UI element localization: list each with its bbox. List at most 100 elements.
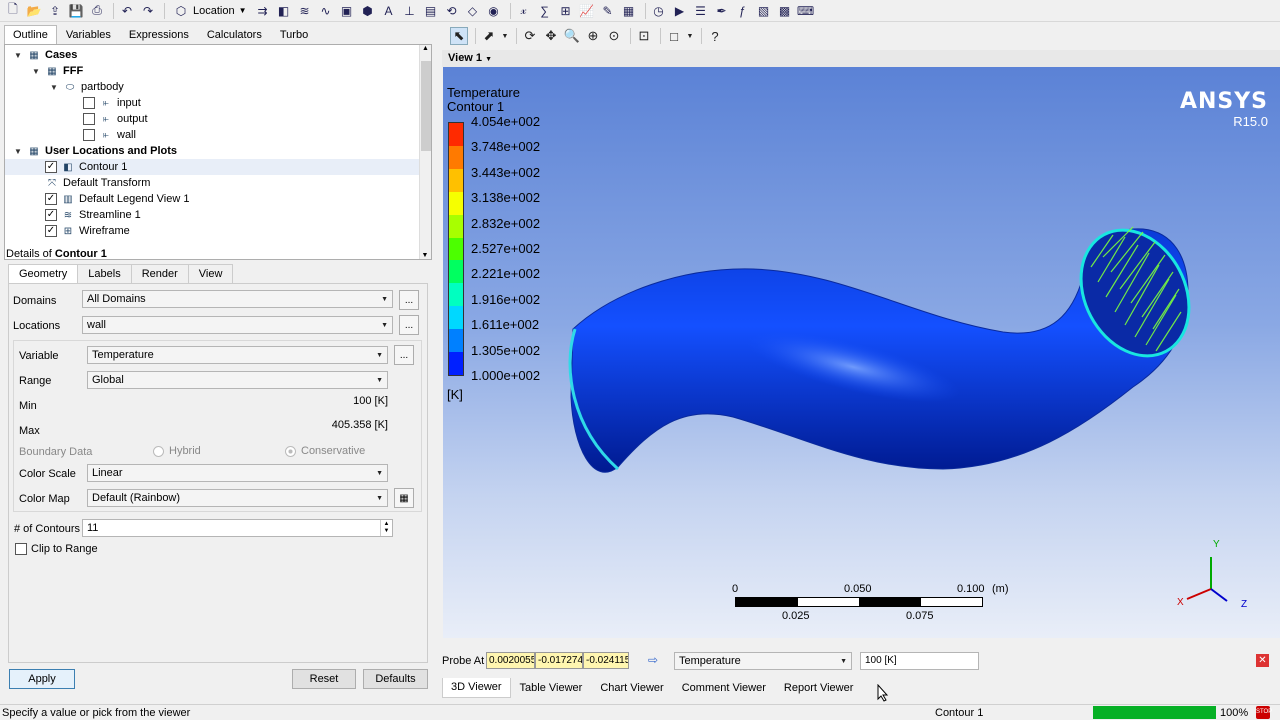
particle-track-icon[interactable]: ∿ xyxy=(317,2,335,20)
scroll-thumb[interactable] xyxy=(421,61,431,151)
defaults-button[interactable]: Defaults xyxy=(363,669,428,689)
tree-item[interactable]: ▼ ⬭ partbody xyxy=(5,79,419,95)
color-scale-select[interactable]: Linear ▼ xyxy=(87,464,388,482)
tab-view[interactable]: View xyxy=(187,264,234,283)
comment-icon[interactable]: ✎ xyxy=(599,2,617,20)
tab-calculators[interactable]: Calculators xyxy=(198,25,271,45)
stepper-arrows-icon[interactable]: ▲ ▼ xyxy=(380,520,392,536)
expand-arrow-icon[interactable]: ▼ xyxy=(49,83,59,92)
tree-item[interactable]: ✓ ⊞ Wireframe xyxy=(5,223,419,239)
tab-expressions[interactable]: Expressions xyxy=(120,25,198,45)
tab-comment-viewer[interactable]: Comment Viewer xyxy=(673,678,775,698)
tab-geometry[interactable]: Geometry xyxy=(8,264,79,283)
chevron-down-icon[interactable]: ▼ xyxy=(686,27,694,45)
variable-more-button[interactable]: ... xyxy=(394,345,414,365)
probe-x-input[interactable]: 0.0020055 xyxy=(486,652,535,669)
probe-variable-select[interactable]: Temperature ▼ xyxy=(674,652,852,670)
figure-icon[interactable]: ▦ xyxy=(620,2,638,20)
location-button[interactable]: ⬡ Location ▼ xyxy=(169,2,250,20)
undo-icon[interactable]: ↶ xyxy=(118,2,136,20)
zoom-box-icon[interactable]: ⊕ xyxy=(584,27,602,45)
tree-item[interactable]: ▼ ▦ Cases xyxy=(5,47,419,63)
command-icon[interactable]: ▩ xyxy=(776,2,794,20)
print-icon[interactable]: ⎙ xyxy=(88,2,106,20)
color-map-editor-button[interactable]: ▦ xyxy=(394,488,414,508)
tab-chart-viewer[interactable]: Chart Viewer xyxy=(591,678,672,698)
contour-icon[interactable]: ◧ xyxy=(275,2,293,20)
macro-icon[interactable]: ▧ xyxy=(755,2,773,20)
tab-outline[interactable]: Outline xyxy=(4,25,57,45)
tree-item[interactable]: ⤧ Default Transform xyxy=(5,175,419,191)
clip-plane-icon[interactable]: ◇ xyxy=(464,2,482,20)
contours-stepper[interactable]: 11 ▲ ▼ xyxy=(82,519,393,537)
tree-item[interactable]: ⫦ wall xyxy=(5,127,419,143)
layout-icon[interactable]: □ xyxy=(665,27,683,45)
3d-viewport[interactable]: Temperature Contour 1 4.054e+002 3.748e+0… xyxy=(443,67,1280,638)
probe-y-input[interactable]: -0.017274 xyxy=(535,652,583,669)
close-icon[interactable]: ✕ xyxy=(1256,654,1269,667)
vector-icon[interactable]: ⇉ xyxy=(254,2,272,20)
tree-scrollbar[interactable]: ▲ ▼ xyxy=(419,45,431,259)
probe-icon[interactable]: ✒ xyxy=(713,2,731,20)
expression-icon[interactable]: ∑ xyxy=(536,2,554,20)
tab-3d-viewer[interactable]: 3D Viewer xyxy=(442,678,511,698)
function-calc-icon[interactable]: ƒ xyxy=(734,2,752,20)
tree-item[interactable]: ▼ ▦ FFF xyxy=(5,63,419,79)
probe-result-field[interactable]: 100 [K] xyxy=(860,652,979,670)
zoom-fit-icon[interactable]: ⊙ xyxy=(605,27,623,45)
visibility-checkbox[interactable]: ✓ xyxy=(45,161,57,173)
locations-more-button[interactable]: ... xyxy=(399,315,419,335)
locations-select[interactable]: wall ▼ xyxy=(82,316,393,334)
tree-item[interactable]: ✓ ◧ Contour 1 xyxy=(5,159,419,175)
instance-transform-icon[interactable]: ⟲ xyxy=(443,2,461,20)
probe-z-input[interactable]: -0.024115 xyxy=(583,652,629,669)
tree-item[interactable]: ⫦ output xyxy=(5,111,419,127)
tab-render[interactable]: Render xyxy=(130,264,189,283)
fit-view-icon[interactable]: ⊡ xyxy=(635,27,653,45)
zoom-icon[interactable]: 🔍 xyxy=(563,27,581,45)
chevron-down-icon[interactable]: ▼ xyxy=(501,27,509,45)
pick-icon[interactable]: ⬈ xyxy=(480,27,498,45)
expand-arrow-icon[interactable]: ▼ xyxy=(31,67,41,76)
rotate-icon[interactable]: ⟳ xyxy=(521,27,539,45)
conservative-radio[interactable]: Conservative xyxy=(285,445,365,457)
coordinate-frame-icon[interactable]: ⊥ xyxy=(401,2,419,20)
clip-to-range-checkbox[interactable]: Clip to Range xyxy=(15,543,98,555)
range-select[interactable]: Global ▼ xyxy=(87,371,388,389)
tree-item[interactable]: ✓ ≋ Streamline 1 xyxy=(5,207,419,223)
tree-item[interactable]: ⫦ input xyxy=(5,95,419,111)
tree-item[interactable]: ✓ ▥ Default Legend View 1 xyxy=(5,191,419,207)
view-selector[interactable]: View 1 ▼ xyxy=(442,50,1280,67)
tab-report-viewer[interactable]: Report Viewer xyxy=(775,678,863,698)
table-icon[interactable]: ⊞ xyxy=(557,2,575,20)
tab-variables[interactable]: Variables xyxy=(57,25,120,45)
domains-more-button[interactable]: ... xyxy=(399,290,419,310)
tab-labels[interactable]: Labels xyxy=(77,264,132,283)
time-step-icon[interactable]: ◷ xyxy=(650,2,668,20)
command-editor-icon[interactable]: ⌨ xyxy=(797,2,815,20)
visibility-checkbox[interactable]: ✓ xyxy=(45,193,57,205)
apply-button[interactable]: Apply xyxy=(9,669,75,689)
volume-icon[interactable]: ▣ xyxy=(338,2,356,20)
probe-pick-icon[interactable]: ⇨ xyxy=(648,653,658,667)
legend-icon[interactable]: ▤ xyxy=(422,2,440,20)
load-icon[interactable]: ⇪ xyxy=(46,2,64,20)
streamline-icon[interactable]: ≋ xyxy=(296,2,314,20)
tab-table-viewer[interactable]: Table Viewer xyxy=(511,678,592,698)
scroll-down-icon[interactable]: ▼ xyxy=(420,252,430,259)
visibility-checkbox[interactable] xyxy=(83,97,95,109)
pan-icon[interactable]: ✥ xyxy=(542,27,560,45)
visibility-checkbox[interactable] xyxy=(83,129,95,141)
scroll-up-icon[interactable]: ▲ xyxy=(420,45,431,52)
tree-item[interactable]: ▼ ▦ User Locations and Plots xyxy=(5,143,419,159)
expand-arrow-icon[interactable]: ▼ xyxy=(13,51,23,60)
reset-button[interactable]: Reset xyxy=(292,669,356,689)
redo-icon[interactable]: ↷ xyxy=(139,2,157,20)
animation-icon[interactable]: ▶ xyxy=(671,2,689,20)
quick-editor-icon[interactable]: ☰ xyxy=(692,2,710,20)
tab-turbo[interactable]: Turbo xyxy=(271,25,317,45)
stop-icon[interactable]: STOP xyxy=(1256,706,1272,719)
visibility-checkbox[interactable]: ✓ xyxy=(45,209,57,221)
variable-icon[interactable]: 𝓍 xyxy=(515,2,533,20)
visibility-checkbox[interactable]: ✓ xyxy=(45,225,57,237)
